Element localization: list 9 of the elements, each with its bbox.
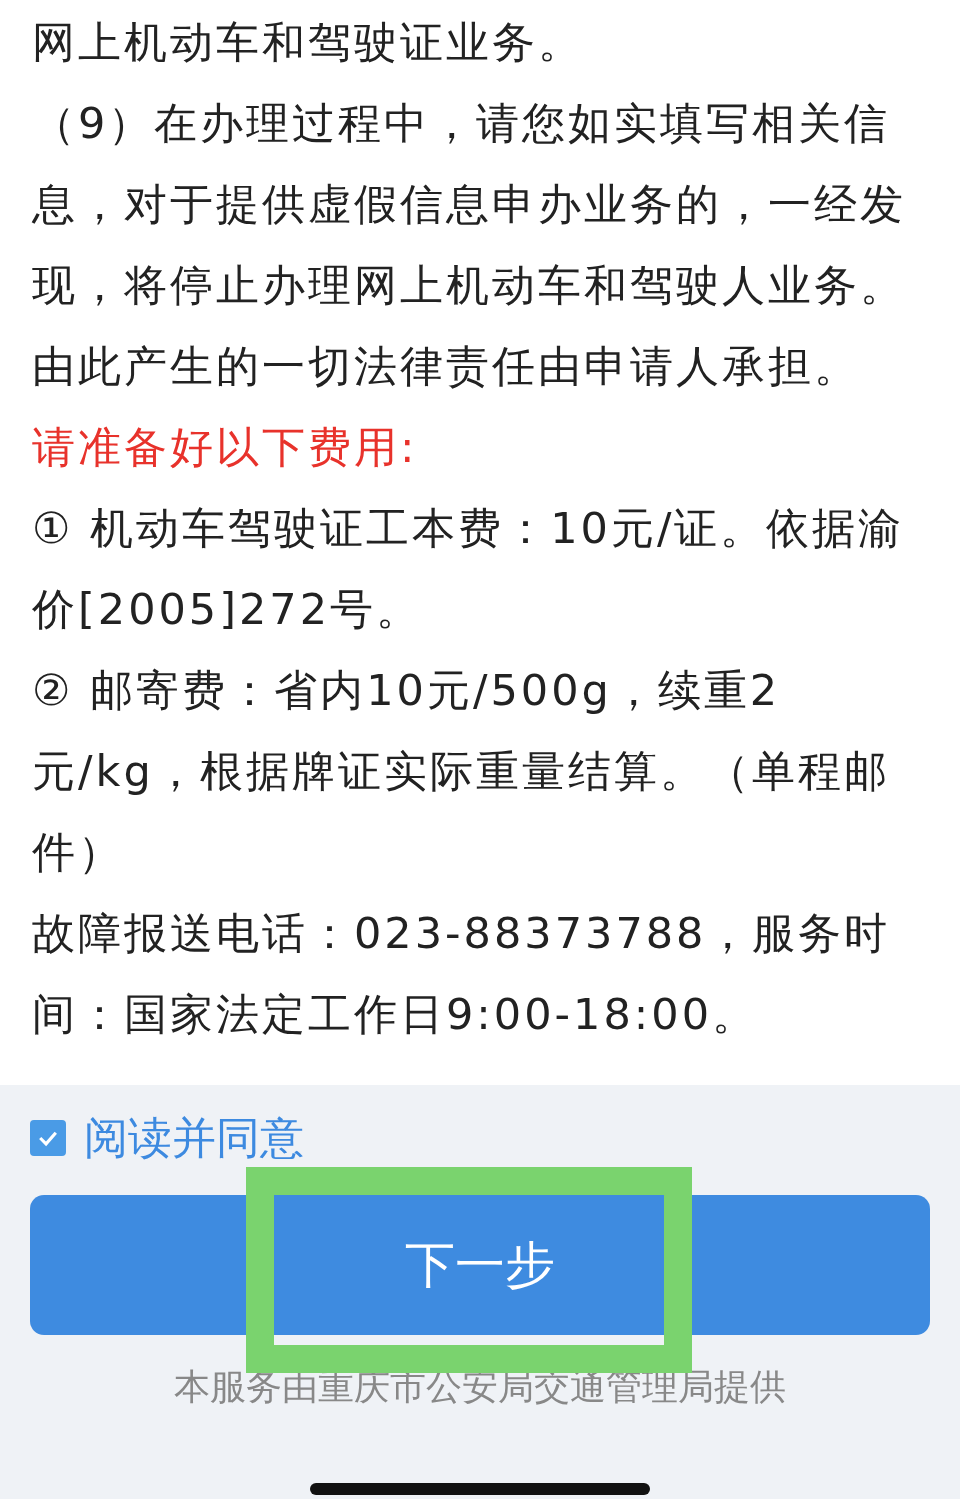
paragraph: ① 机动车驾驶证工本费：10元/证。依据渝价[2005]272号。 bbox=[32, 502, 906, 636]
agreement-link[interactable]: 阅读并同意 bbox=[84, 1113, 304, 1163]
paragraph: 网上机动车和驾驶证业务。 bbox=[32, 16, 585, 69]
paragraph: 故障报送电话：023-88373788，服务时间：国家法定工作日9:00-18:00。 bbox=[32, 907, 892, 1041]
checkbox[interactable] bbox=[30, 1120, 66, 1156]
paragraph: ② 邮寄费：省内10元/500g，续重2 元/kg，根据牌证实际重量结算。（单程邮件） bbox=[32, 664, 891, 879]
paragraph: （9）在办理过程中，请您如实填写相关信息，对于提供虚假信息申办业务的，一经发现，将停止办理网上机动车和驾驶人业务。由此产生的一切法律责任由申请人承担。 bbox=[32, 97, 907, 393]
next-button[interactable]: 下一步 bbox=[30, 1195, 930, 1335]
section-heading: 请准备好以下费用: bbox=[32, 421, 419, 474]
